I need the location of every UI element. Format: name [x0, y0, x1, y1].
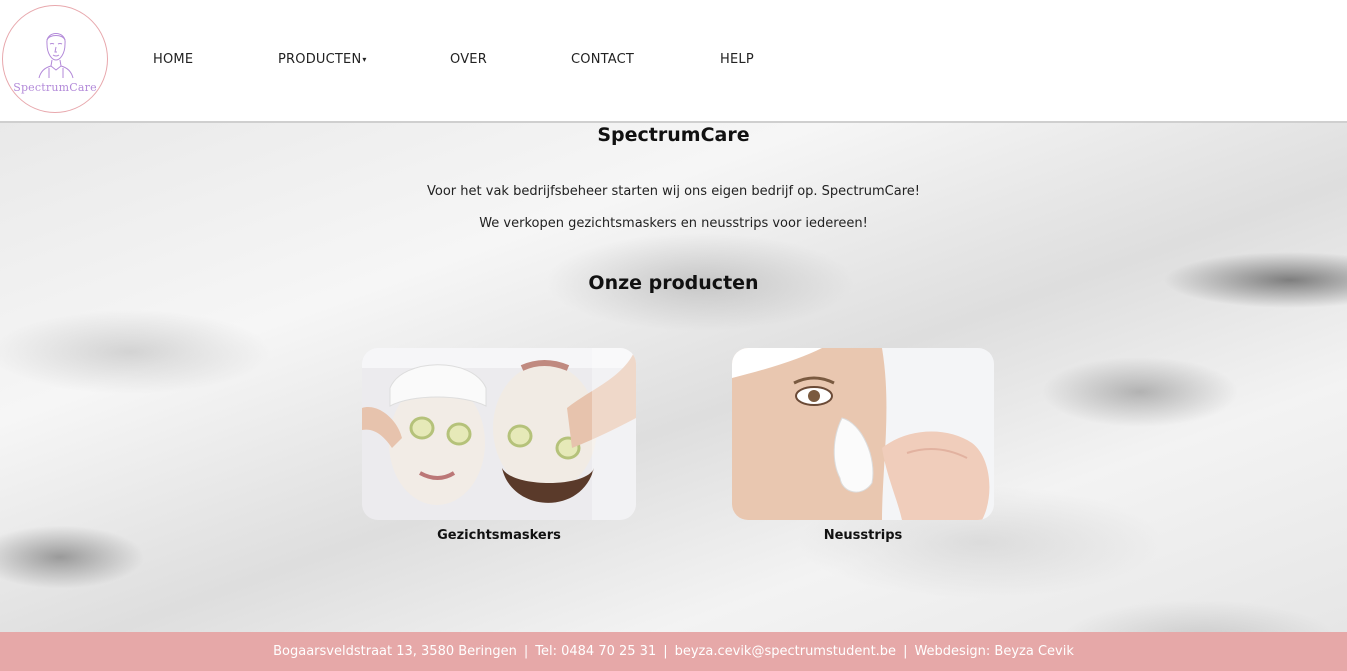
nav-producten-label: PRODUCTEN [278, 52, 362, 67]
footer-separator: | [903, 644, 908, 659]
site-footer: Bogaarsveldstraat 13, 3580 Beringen | Te… [0, 632, 1347, 671]
page-title: SpectrumCare [597, 124, 750, 146]
product-card-neusstrips[interactable]: Neusstrips [732, 348, 994, 543]
face-masks-photo [362, 348, 636, 520]
footer-address: Bogaarsveldstraat 13, 3580 Beringen [273, 644, 517, 659]
footer-credit: Webdesign: Beyza Cevik [914, 644, 1074, 659]
product-image-nose-strips[interactable] [732, 348, 994, 520]
intro-line-2: We verkopen gezichtsmaskers en neusstrip… [479, 216, 868, 231]
nav-home[interactable]: HOME [153, 52, 193, 67]
nav-producten[interactable]: PRODUCTEN▾ [278, 52, 367, 67]
spectrumcare-logo[interactable]: SpectrumCare [2, 5, 108, 113]
product-caption[interactable]: Gezichtsmaskers [362, 528, 636, 543]
nav-over[interactable]: OVER [450, 52, 487, 67]
product-card-gezichtsmaskers[interactable]: Gezichtsmaskers [362, 348, 636, 543]
footer-email[interactable]: beyza.cevik@spectrumstudent.be [675, 644, 896, 659]
nav-contact[interactable]: CONTACT [571, 52, 634, 67]
intro-line-1: Voor het vak bedrijfsbeheer starten wij … [427, 184, 920, 199]
product-caption[interactable]: Neusstrips [732, 528, 994, 543]
logo-text: SpectrumCare [13, 81, 97, 94]
nose-strip-photo [732, 348, 994, 520]
footer-separator: | [523, 644, 529, 659]
woman-face-icon [38, 33, 74, 79]
top-navigation: SpectrumCare HOME PRODUCTEN▾ OVER CONTAC… [0, 0, 1347, 123]
nav-help[interactable]: HELP [720, 52, 754, 67]
product-image-face-masks[interactable] [362, 348, 636, 520]
products-heading: Onze producten [588, 272, 759, 294]
footer-phone: Tel: 0484 70 25 31 [535, 644, 657, 659]
footer-separator: | [663, 644, 668, 659]
caret-down-icon: ▾ [362, 55, 367, 64]
